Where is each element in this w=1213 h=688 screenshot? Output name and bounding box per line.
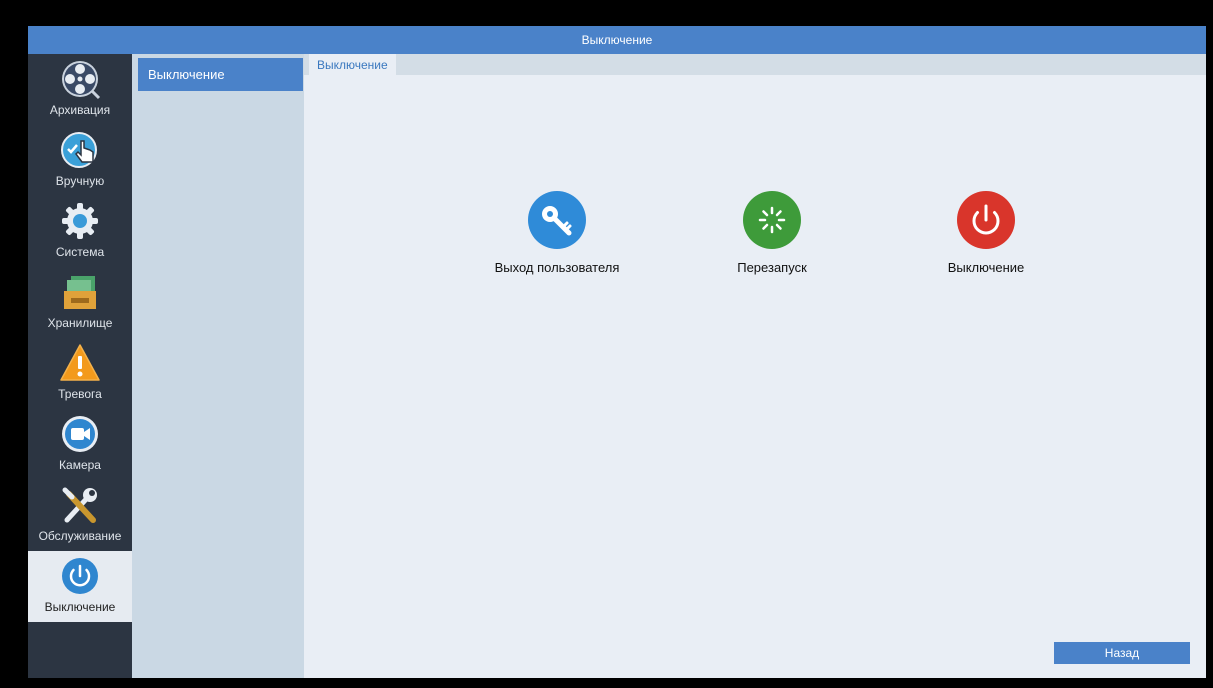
tab-shutdown[interactable]: Выключение (309, 54, 396, 75)
sidebar-item-label: Хранилище (47, 316, 113, 330)
sidebar-item-manual[interactable]: Вручную (28, 125, 132, 196)
restart-button[interactable]: Перезапуск (682, 190, 862, 280)
warning-icon (59, 342, 101, 384)
shutdown-label: Выключение (947, 260, 1025, 275)
key-icon (527, 190, 587, 250)
logout-button[interactable]: Выход пользователя (467, 190, 647, 280)
sidebar-item-label: Система (55, 245, 105, 259)
main-sidebar: Архивация Вручную Система Хранилище Трев… (28, 54, 132, 678)
submenu-panel: Выключение (132, 54, 304, 678)
content-panel: Выключение Выход пользователя Перезапуск… (304, 54, 1206, 678)
sidebar-item-label: Выключение (44, 600, 116, 614)
sidebar-item-label: Архивация (49, 103, 111, 117)
tab-bar: Выключение (304, 54, 1206, 75)
sidebar-item-shutdown[interactable]: Выключение (28, 551, 132, 622)
dvr-window: Выключение Архивация Вручную Система Хра… (28, 26, 1206, 678)
sidebar-item-system[interactable]: Система (28, 196, 132, 267)
film-reel-icon (59, 58, 101, 100)
shutdown-button[interactable]: Выключение (896, 190, 1076, 280)
restart-icon (742, 190, 802, 250)
sidebar-item-label: Обслуживание (38, 529, 122, 543)
tools-icon (59, 484, 101, 526)
storage-icon (59, 271, 101, 313)
back-button[interactable]: Назад (1054, 642, 1190, 664)
logout-label: Выход пользователя (494, 260, 620, 275)
sidebar-item-storage[interactable]: Хранилище (28, 267, 132, 338)
sidebar-item-maintenance[interactable]: Обслуживание (28, 480, 132, 551)
power-icon (59, 555, 101, 597)
sidebar-item-label: Камера (59, 458, 101, 472)
window-title: Выключение (28, 26, 1206, 54)
submenu-item-shutdown[interactable]: Выключение (138, 58, 303, 91)
gear-icon (59, 200, 101, 242)
camera-icon (59, 413, 101, 455)
sidebar-item-camera[interactable]: Камера (28, 409, 132, 480)
sidebar-item-label: Вручную (55, 174, 105, 188)
sidebar-item-label: Тревога (58, 387, 102, 401)
hand-pointer-icon (59, 129, 101, 171)
sidebar-item-archive[interactable]: Архивация (28, 54, 132, 125)
restart-label: Перезапуск (737, 260, 807, 275)
power-icon (956, 190, 1016, 250)
sidebar-item-alarm[interactable]: Тревога (28, 338, 132, 409)
